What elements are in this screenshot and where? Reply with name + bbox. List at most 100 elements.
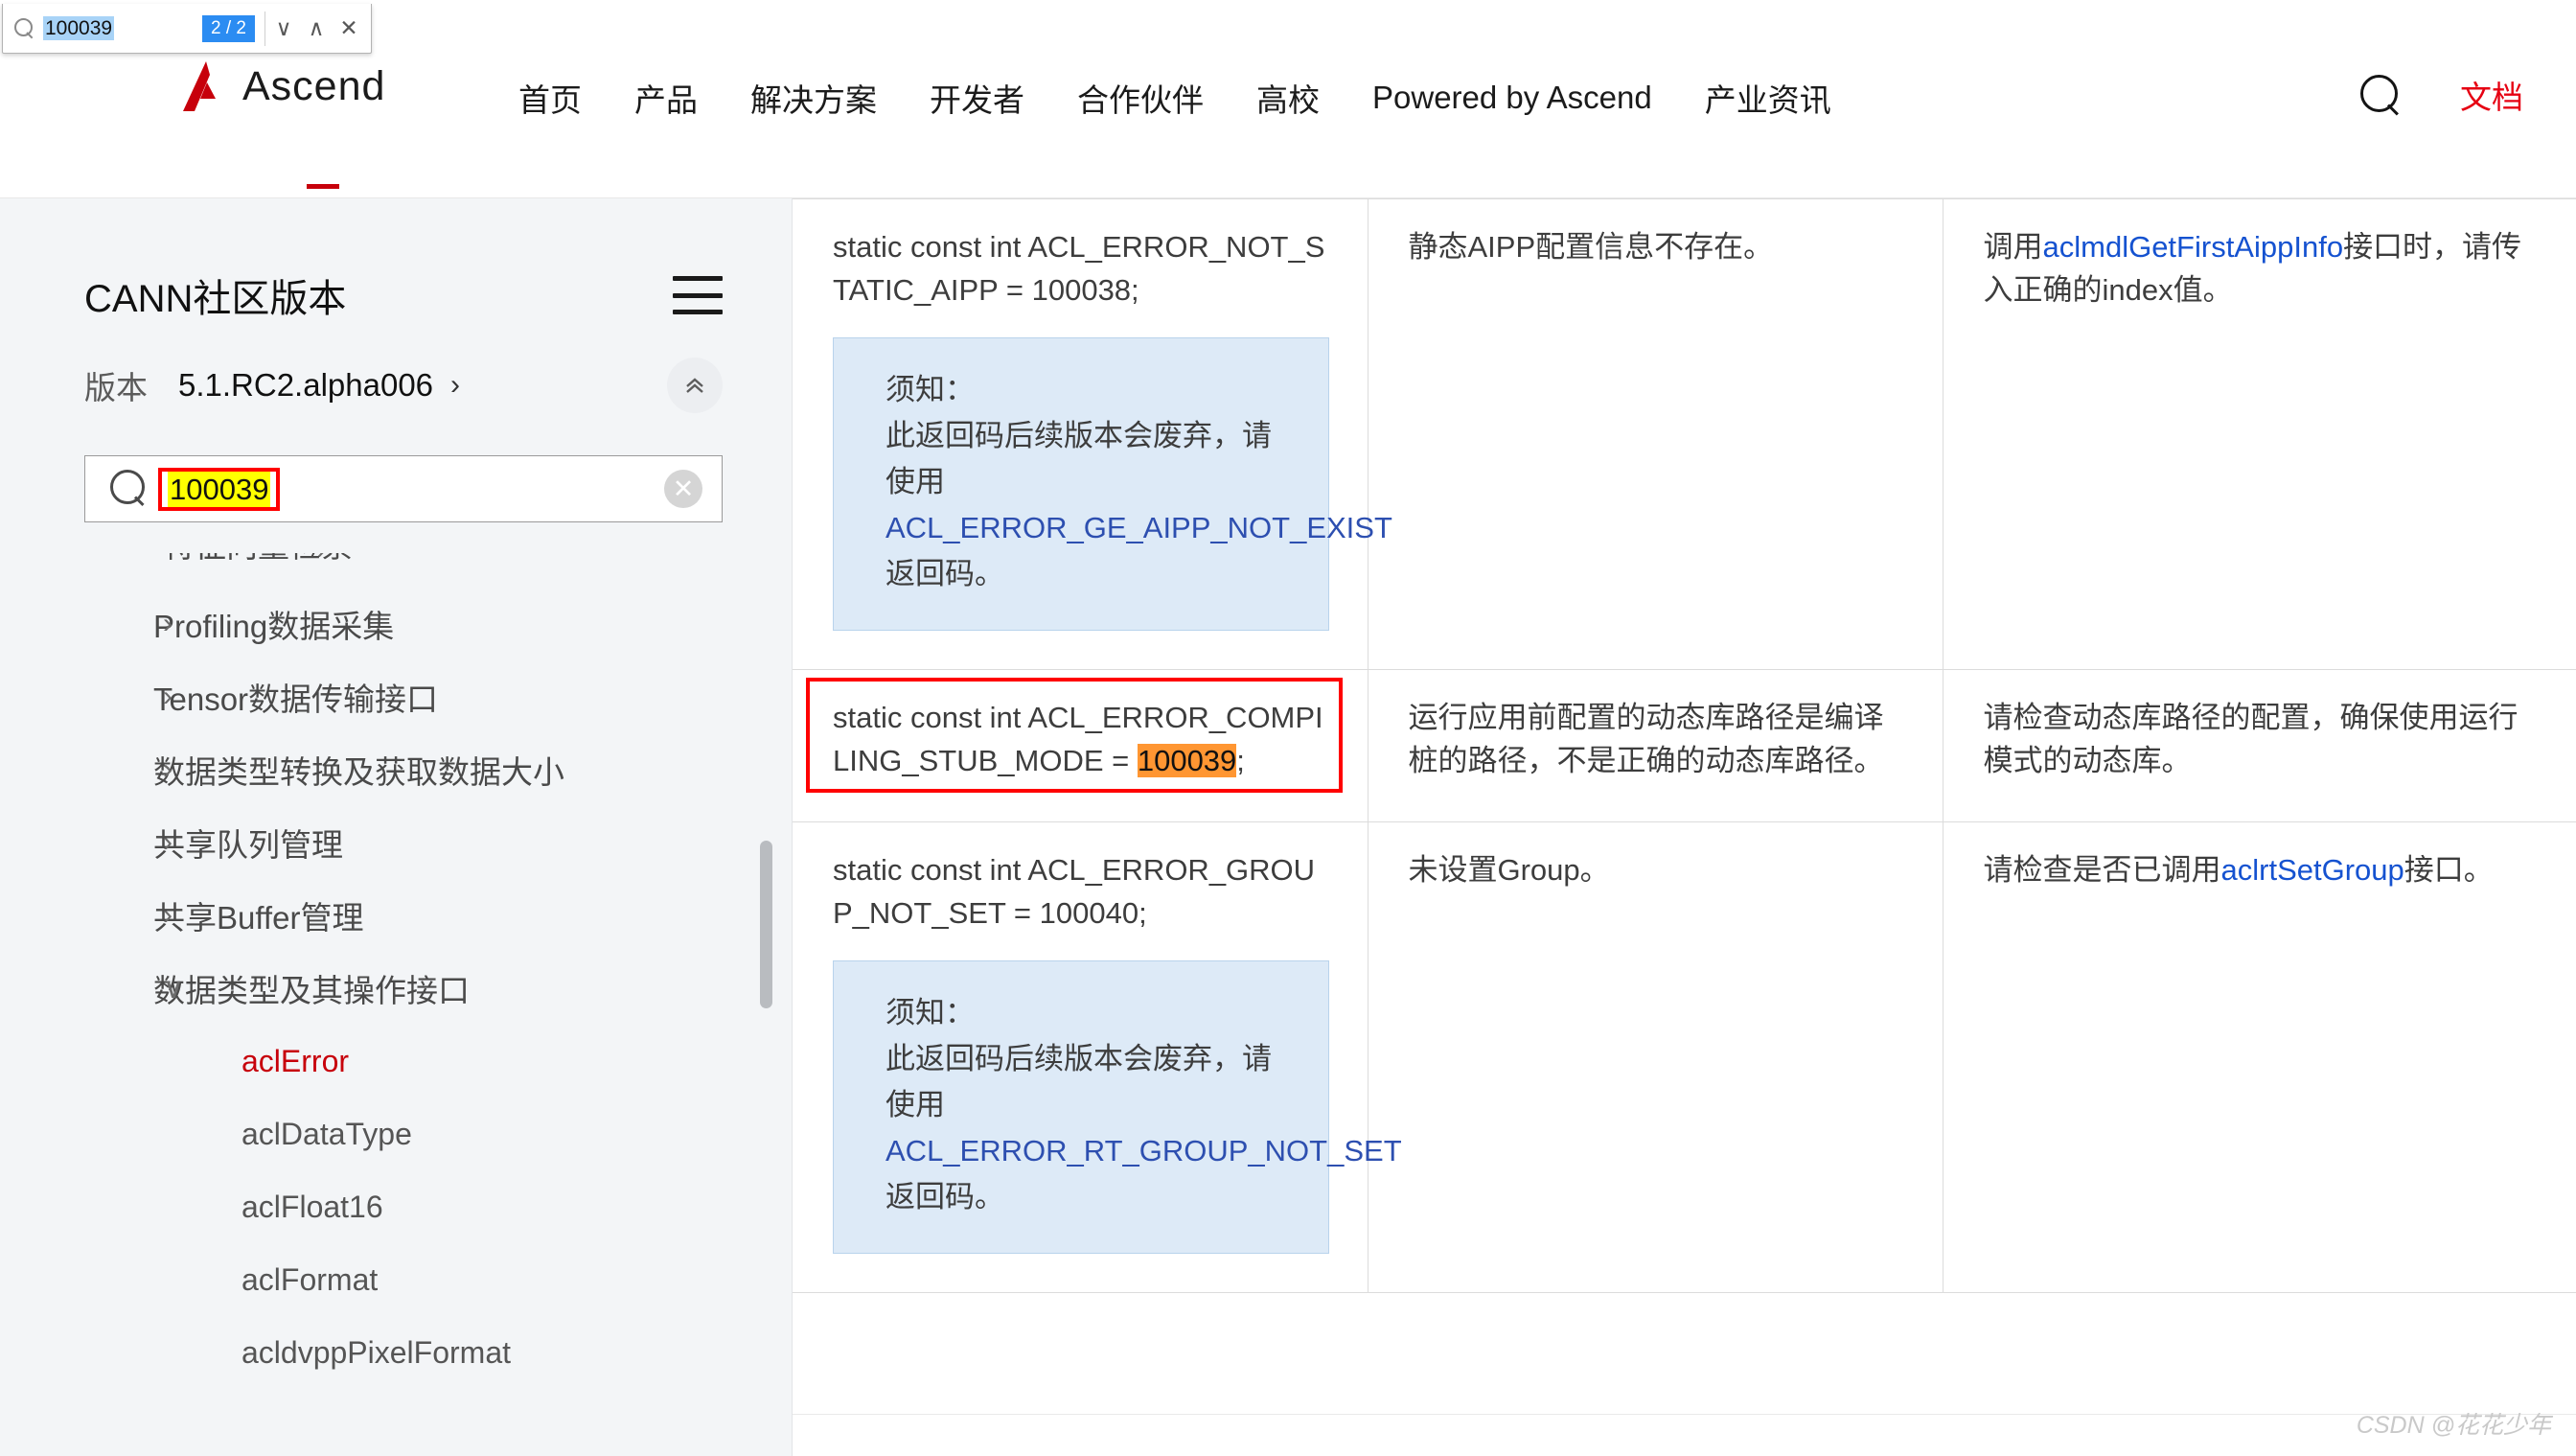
sidebar-search-box[interactable]: 100039 ✕ — [84, 455, 723, 522]
note-text-before: 此返回码后续版本会废弃，请使用 — [886, 1041, 1272, 1121]
description-text: 未设置Group。 — [1408, 852, 1610, 887]
doc-sidebar: CANN社区版本 版本 5.1.RC2.alpha006 › 100039 ✕ — [0, 198, 793, 1456]
sidebar-search-icon — [110, 470, 149, 508]
chevron-right-icon: › — [163, 753, 172, 785]
sidebar-title: CANN社区版本 — [84, 278, 347, 320]
solution-link[interactable]: aclmdlGetFirstAippInfo — [2043, 230, 2344, 264]
find-previous-icon[interactable]: ∧ — [300, 12, 333, 45]
code-text: static const int ACL_ERROR_COMPILING_STU… — [833, 697, 1329, 783]
solution-text: 请检查动态库路径的配置，确保使用运行模式的动态库。 — [1983, 701, 2518, 778]
find-next-icon[interactable]: ∨ — [267, 12, 300, 45]
sidebar-item-tensor-transfer[interactable]: › Tensor数据传输接口 — [0, 660, 792, 733]
search-match-highlight: 100039 — [1137, 744, 1237, 778]
sidebar-item-aclformat[interactable]: aclFormat — [0, 1243, 792, 1316]
table-cell-solution: 调用aclmdlGetFirstAippInfo接口时，请传入正确的index值… — [1943, 198, 2576, 671]
sidebar-header: CANN社区版本 — [0, 198, 792, 323]
chevron-down-icon: ∨ — [163, 972, 184, 1005]
sidebar-search-value: 100039 — [168, 471, 271, 507]
ascend-logo-text: Ascend — [242, 62, 386, 109]
note-link[interactable]: ACL_ERROR_RT_GROUP_NOT_SET — [886, 1134, 1402, 1167]
note-block: 须知： 此返回码后续版本会废弃，请使用 ACL_ERROR_RT_GROUP_NO… — [833, 959, 1402, 1255]
table-cell-description: 未设置Group。 — [1368, 821, 1944, 1294]
primary-nav: 首页 产品 解决方案 开发者 合作伙伴 高校 Powered by Ascend… — [518, 75, 1831, 121]
nav-item-partners[interactable]: 合作伙伴 — [1077, 75, 1204, 121]
table-row: static const int ACL_ERROR_COMPILING_STU… — [793, 669, 2576, 822]
note-text-after: 返回码。 — [886, 1180, 1004, 1214]
sidebar-item-datatype-interfaces[interactable]: ∨ 数据类型及其操作接口 — [0, 952, 792, 1025]
collapse-up-icon[interactable] — [667, 358, 723, 413]
ascend-logo-icon — [177, 59, 229, 113]
solution-link[interactable]: aclrtSetGroup — [2221, 853, 2404, 887]
table-cell-solution: 请检查动态库路径的配置，确保使用运行模式的动态库。 — [1943, 669, 2576, 822]
sidebar-item-label: aclDataType — [242, 1116, 412, 1151]
note-text-before: 此返回码后续版本会废弃，请使用 — [886, 418, 1272, 498]
nav-item-industry-news[interactable]: 产业资讯 — [1705, 75, 1831, 121]
site-header: Ascend 首页 产品 解决方案 开发者 合作伙伴 高校 Powered by… — [0, 0, 2576, 198]
sidebar-search-annotation: 100039 — [158, 467, 281, 511]
sidebar-item-shared-queue[interactable]: › 共享队列管理 — [0, 806, 792, 879]
sidebar-item-profiling[interactable]: › Profiling数据采集 — [0, 588, 792, 660]
solution-text-after: 接口。 — [2404, 852, 2494, 887]
sidebar-scrollbar-thumb[interactable] — [760, 841, 772, 1008]
content-divider — [793, 1414, 2576, 1415]
sidebar-item-label: acldvppPixelFormat — [242, 1334, 511, 1370]
ascend-logo[interactable]: Ascend — [177, 59, 385, 113]
sidebar-item-label: 特征向量检索 — [163, 553, 353, 566]
sidebar-item-datatype-convert[interactable]: › 数据类型转换及获取数据大小 — [0, 733, 792, 806]
solution-text-before: 调用 — [1983, 230, 2043, 264]
hamburger-icon[interactable] — [673, 276, 723, 314]
sidebar-item-label: 共享Buffer管理 — [153, 900, 364, 936]
solution-text-before: 请检查是否已调用 — [1983, 852, 2221, 887]
sidebar-item-label: 共享队列管理 — [153, 827, 343, 863]
clear-search-icon[interactable]: ✕ — [664, 470, 702, 508]
note-text-after: 返回码。 — [886, 557, 1004, 591]
docs-link[interactable]: 文档 — [2460, 72, 2523, 118]
sidebar-item-label: aclFloat16 — [242, 1189, 383, 1224]
search-icon[interactable] — [2358, 73, 2403, 117]
version-label: 版本 — [84, 370, 148, 405]
nav-item-universities[interactable]: 高校 — [1256, 75, 1320, 121]
find-close-icon[interactable]: ✕ — [333, 12, 365, 45]
note-link[interactable]: ACL_ERROR_GE_AIPP_NOT_EXIST — [886, 511, 1392, 544]
browser-find-bar[interactable]: 100039 2 / 2 ∨ ∧ ✕ — [2, 4, 372, 54]
nav-item-developers[interactable]: 开发者 — [930, 75, 1024, 121]
watermark: CSDN @花花少年 — [2356, 1412, 2551, 1439]
sidebar-item-acldvpppixelformat[interactable]: acldvppPixelFormat — [0, 1316, 792, 1389]
table-cell-code: static const int ACL_ERROR_NOT_STATIC_AI… — [793, 198, 1392, 671]
version-selector[interactable]: 版本 5.1.RC2.alpha006 › — [0, 323, 792, 413]
sidebar-item-aclerror[interactable]: aclError — [0, 1025, 792, 1098]
find-input-value: 100039 — [43, 15, 115, 40]
find-input[interactable]: 100039 — [43, 15, 202, 40]
table-row: static const int ACL_ERROR_GROUP_NOT_SET… — [793, 821, 2576, 1294]
chevron-right-icon: › — [450, 369, 461, 401]
nav-item-solutions[interactable]: 解决方案 — [750, 75, 877, 121]
table-cell-solution: 请检查是否已调用aclrtSetGroup接口。 — [1943, 821, 2576, 1294]
header-actions: 文档 — [2358, 72, 2523, 118]
note-block: 须知： 此返回码后续版本会废弃，请使用 ACL_ERROR_GE_AIPP_NOT… — [833, 336, 1392, 632]
code-text: static const int ACL_ERROR_NOT_STATIC_AI… — [833, 230, 1325, 307]
table-cell-code: static const int ACL_ERROR_COMPILING_STU… — [793, 669, 1368, 822]
note-body: 此返回码后续版本会废弃，请使用 ACL_ERROR_RT_GROUP_NOT_SE… — [886, 1036, 1402, 1220]
code-suffix: ; — [1236, 744, 1245, 778]
sidebar-item-aclfloat16[interactable]: aclFloat16 — [0, 1170, 792, 1243]
nav-item-products[interactable]: 产品 — [634, 75, 698, 121]
table-cell-description: 静态AIPP配置信息不存在。 — [1368, 198, 1944, 671]
sidebar-tree: › 特征向量检索 › Profiling数据采集 › Tensor数据传输接口 … — [0, 553, 792, 1397]
sidebar-item-label: 数据类型转换及获取数据大小 — [153, 754, 564, 790]
description-text: 静态AIPP配置信息不存在。 — [1408, 230, 1774, 264]
nav-item-powered-by-ascend[interactable]: Powered by Ascend — [1372, 80, 1652, 116]
sidebar-item-acldatatype[interactable]: aclDataType — [0, 1098, 792, 1170]
find-separator — [264, 11, 265, 46]
page-root: Ascend 首页 产品 解决方案 开发者 合作伙伴 高校 Powered by… — [0, 0, 2576, 1456]
sidebar-item-shared-buffer[interactable]: › 共享Buffer管理 — [0, 879, 792, 952]
table-cell-description: 运行应用前配置的动态库路径是编译桩的路径，不是正确的动态库路径。 — [1368, 669, 1944, 822]
sidebar-item-label: 数据类型及其操作接口 — [153, 973, 470, 1008]
version-value: 5.1.RC2.alpha006 — [178, 367, 434, 403]
chevron-right-icon: › — [163, 608, 172, 639]
nav-item-home[interactable]: 首页 — [518, 75, 582, 121]
table-cell-code: static const int ACL_ERROR_GROUP_NOT_SET… — [793, 821, 1402, 1294]
doc-content: static const int ACL_ERROR_NOT_STATIC_AI… — [793, 198, 2576, 1456]
chevron-right-icon: › — [163, 681, 172, 712]
sidebar-item-label: Profiling数据采集 — [153, 609, 395, 644]
sidebar-item-feature-vector-retrieval[interactable]: › 特征向量检索 — [0, 553, 792, 588]
